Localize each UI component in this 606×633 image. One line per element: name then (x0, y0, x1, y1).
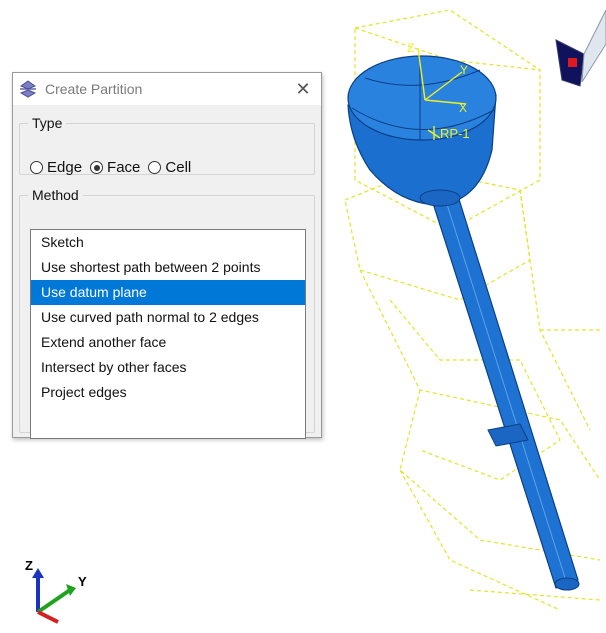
datum-axis-z: Z (407, 41, 414, 55)
method-item-shortest-path[interactable]: Use shortest path between 2 points (31, 255, 305, 280)
radio-face-indicator[interactable] (90, 161, 104, 174)
part-shaft[interactable] (431, 195, 580, 591)
datum-axis-x: X (459, 101, 467, 115)
type-group: Type Edge Face Cell (19, 115, 315, 176)
method-group: Method Sketch Use shortest path between … (19, 187, 315, 439)
radio-cell[interactable]: Cell (148, 159, 191, 176)
reference-point-label: RP-1 (440, 126, 470, 141)
method-item-intersect-faces[interactable]: Intersect by other faces (31, 355, 305, 380)
radio-edge-label: Edge (47, 159, 83, 176)
radio-cell-indicator[interactable] (148, 161, 162, 174)
close-icon[interactable]: ✕ (291, 77, 315, 101)
method-group-legend: Method (32, 187, 79, 203)
radio-face-label: Face (107, 159, 141, 176)
type-group-legend: Type (32, 115, 63, 131)
triad-y-label: Y (78, 574, 87, 589)
datum-axis-y: Y (460, 63, 468, 77)
dialog-title: Create Partition (45, 81, 143, 97)
radio-face[interactable]: Face (90, 159, 140, 176)
dialog-titlebar[interactable]: Create Partition ✕ (13, 73, 321, 105)
method-item-extend-face[interactable]: Extend another face (31, 330, 305, 355)
method-item-curved-path[interactable]: Use curved path normal to 2 edges (31, 305, 305, 330)
view-cube[interactable] (555, 9, 606, 87)
partition-icon (19, 80, 37, 98)
method-item-sketch[interactable]: Sketch (31, 230, 305, 255)
create-partition-dialog: Create Partition ✕ Type Edge Face Cell M… (12, 72, 322, 439)
radio-cell-label: Cell (165, 159, 192, 176)
method-item-project-edges[interactable]: Project edges (31, 380, 305, 405)
view-triad: Z Y (25, 558, 87, 624)
method-item-datum-plane[interactable]: Use datum plane (31, 280, 305, 305)
radio-edge-indicator[interactable] (30, 161, 43, 174)
triad-z-label: Z (25, 558, 33, 573)
method-list[interactable]: Sketch Use shortest path between 2 point… (30, 229, 306, 439)
radio-edge[interactable]: Edge (30, 159, 82, 176)
